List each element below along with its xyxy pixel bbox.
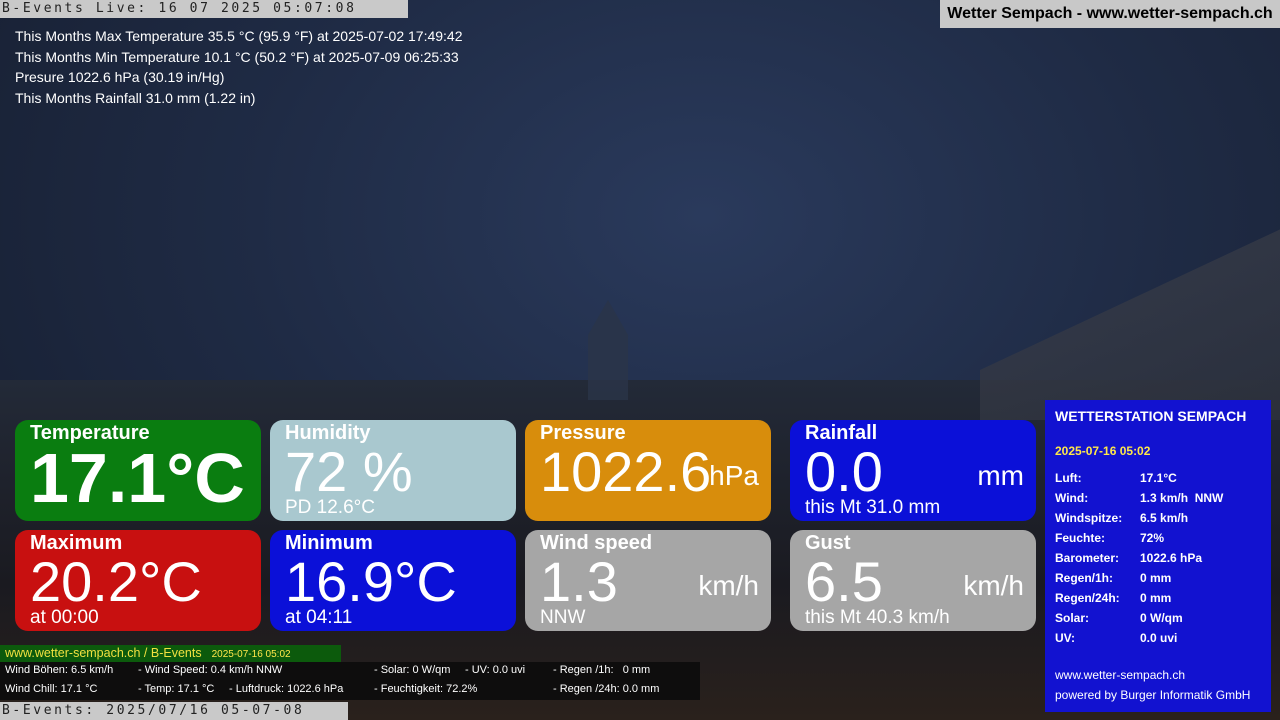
row-value: 0 mm <box>1140 591 1172 605</box>
station-panel: WETTERSTATION SEMPACH 2025-07-16 05:02 L… <box>1045 400 1271 712</box>
monthly-stats: This Months Max Temperature 35.5 °C (95.… <box>15 26 463 108</box>
gust-card: Gust 6.5 km/h this Mt 40.3 km/h <box>790 530 1036 631</box>
station-row: UV: 0.0 uvi <box>1055 628 1223 648</box>
wind-speed-card: Wind speed 1.3 km/h NNW <box>525 530 771 631</box>
row-key: UV: <box>1055 631 1076 645</box>
minimum-time: at 04:11 <box>285 607 353 628</box>
station-row: Barometer: 1022.6 hPa <box>1055 548 1223 568</box>
row-key: Barometer: <box>1055 551 1120 565</box>
ticker-panel: Wind Böhen: 6.5 km/h - Wind Speed: 0.4 k… <box>0 662 700 700</box>
rainfall-value: 0.0 <box>805 440 883 503</box>
maximum-card: Maximum 20.2°C at 00:00 <box>15 530 261 631</box>
wind-direction: NNW <box>540 607 586 628</box>
ticker-rain-1h: - Regen /1h: 0 mm <box>553 664 651 676</box>
row-key: Regen/24h: <box>1055 591 1120 605</box>
ticker-gust: Wind Böhen: 6.5 km/h <box>5 664 114 676</box>
ticker-uv: - UV: 0.0 uvi <box>465 664 526 676</box>
pressure-card: Pressure 1022.6 hPa <box>525 420 771 521</box>
row-value: 0 mm <box>1140 571 1172 585</box>
row-value: 17.1°C <box>1140 471 1177 485</box>
station-row: Regen/1h: 0 mm <box>1055 568 1223 588</box>
row-value: 6.5 km/h <box>1140 511 1189 525</box>
stat-max-temp: This Months Max Temperature 35.5 °C (95.… <box>15 28 463 44</box>
station-row: Feuchte: 72% <box>1055 528 1223 548</box>
row-value: 1.3 km/h NNW <box>1140 491 1224 505</box>
minimum-value: 16.9°C <box>285 550 457 613</box>
row-key: Regen/1h: <box>1055 571 1114 585</box>
ticker-temp: - Temp: 17.1 °C <box>138 683 215 695</box>
station-readings: Luft: 17.1°C Wind: 1.3 km/h NNW Windspitze… <box>1055 468 1223 648</box>
bottom-timestamp-bar: B-Events: 2025/07/16 05-07-08 <box>0 702 348 720</box>
ticker-pressure: - Luftdruck: 1022.6 hPa <box>229 683 344 695</box>
live-timestamp-bar: B-Events Live: 16 07 2025 05:07:08 <box>0 0 408 18</box>
ticker-timestamp: 2025-07-16 05:02 <box>211 649 291 660</box>
site-banner[interactable]: Wetter Sempach - www.wetter-sempach.ch <box>940 0 1280 28</box>
ticker-wind-speed: - Wind Speed: 0.4 km/h NNW <box>138 664 283 676</box>
maximum-time: at 00:00 <box>30 607 99 628</box>
ticker-humidity: - Feuchtigkeit: 72.2% <box>374 683 478 695</box>
row-key: Solar: <box>1055 611 1090 625</box>
humidity-value: 72 % <box>285 440 413 503</box>
row-value: 1022.6 hPa <box>1140 551 1203 565</box>
stat-pressure: Presure 1022.6 hPa (30.19 in/Hg) <box>15 69 225 85</box>
station-powered-by: powered by Burger Informatik GmbH <box>1055 688 1251 702</box>
stat-rainfall: This Months Rainfall 31.0 mm (1.22 in) <box>15 89 256 106</box>
station-row: Regen/24h: 0 mm <box>1055 588 1223 608</box>
wind-speed-unit: km/h <box>698 570 759 601</box>
rainfall-unit: mm <box>977 460 1024 491</box>
row-key: Wind: <box>1055 491 1089 505</box>
church-steeple <box>588 300 628 400</box>
row-key: Windspitze: <box>1055 511 1123 525</box>
station-row: Luft: 17.1°C <box>1055 468 1223 488</box>
roof-silhouette <box>980 220 1280 420</box>
pressure-unit: hPa <box>709 460 759 491</box>
gust-value: 6.5 <box>805 550 883 613</box>
gust-month: this Mt 40.3 km/h <box>805 607 950 628</box>
wind-speed-value: 1.3 <box>540 550 618 613</box>
dewpoint-value: PD 12.6°C <box>285 497 375 518</box>
ticker-header: www.wetter-sempach.ch / B-Events 2025-07-… <box>0 645 341 662</box>
pressure-value: 1022.6 <box>540 440 712 503</box>
ticker-site-link[interactable]: www.wetter-sempach.ch / B-Events <box>0 646 202 660</box>
temperature-value: 17.1°C <box>30 439 245 517</box>
ticker-rain-24h: - Regen /24h: 0.0 mm <box>553 683 660 695</box>
temperature-card: Temperature 17.1°C <box>15 420 261 521</box>
ticker-solar: - Solar: 0 W/qm <box>374 664 451 676</box>
gust-unit: km/h <box>963 570 1024 601</box>
rainfall-card: Rainfall 0.0 mm this Mt 31.0 mm <box>790 420 1036 521</box>
row-key: Feuchte: <box>1055 531 1106 545</box>
station-heading: WETTERSTATION SEMPACH <box>1055 408 1247 424</box>
maximum-value: 20.2°C <box>30 550 202 613</box>
station-row: Windspitze: 6.5 km/h <box>1055 508 1223 528</box>
station-website-link[interactable]: www.wetter-sempach.ch <box>1055 668 1185 682</box>
row-value: 72% <box>1140 531 1165 545</box>
station-row: Solar: 0 W/qm <box>1055 608 1223 628</box>
station-row: Wind: 1.3 km/h NNW <box>1055 488 1223 508</box>
ticker-wind-chill: Wind Chill: 17.1 °C <box>5 683 98 695</box>
humidity-card: Humidity 72 % PD 12.6°C <box>270 420 516 521</box>
row-value: 0.0 uvi <box>1140 631 1178 645</box>
station-date: 2025-07-16 05:02 <box>1055 444 1151 458</box>
row-key: Luft: <box>1055 471 1082 485</box>
minimum-card: Minimum 16.9°C at 04:11 <box>270 530 516 631</box>
stat-min-temp: This Months Min Temperature 10.1 °C (50.… <box>15 48 459 65</box>
row-value: 0 W/qm <box>1140 611 1183 625</box>
rainfall-month: this Mt 31.0 mm <box>805 497 941 518</box>
